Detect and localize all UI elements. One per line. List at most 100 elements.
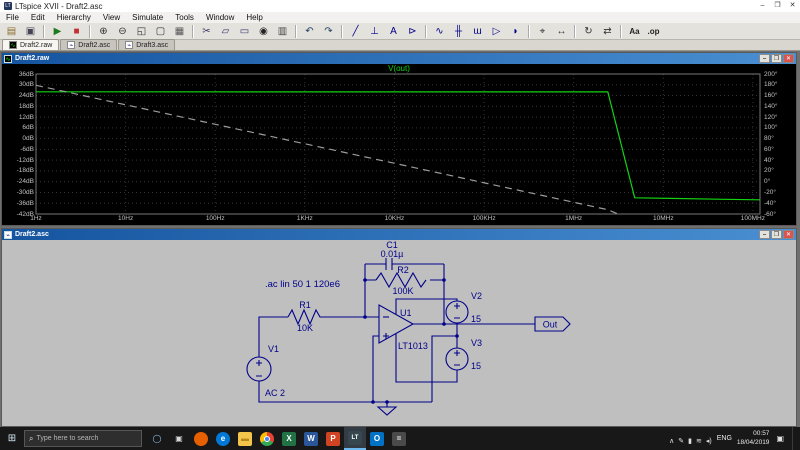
y-left-tick: -18dB — [16, 167, 34, 175]
toolbar-diode-icon[interactable]: ▷ — [487, 23, 506, 40]
menu-hierarchy[interactable]: Hierarchy — [51, 12, 97, 23]
y-right-tick: 100° — [764, 124, 778, 132]
component-u1-opamp[interactable]: U1 LT1013 — [378, 304, 428, 351]
ground-symbol[interactable] — [376, 406, 398, 416]
action-center-icon[interactable]: ▣ — [776, 434, 784, 443]
component-r2[interactable]: R2 100K — [375, 265, 427, 296]
taskbar-cortana-icon[interactable]: ◯ — [146, 427, 168, 450]
taskbar-chrome-icon[interactable] — [256, 427, 278, 450]
wave-close-button[interactable]: ✕ — [783, 54, 794, 63]
toolbar-redo-icon[interactable]: ↷ — [319, 23, 338, 40]
toolbar-undo-icon[interactable]: ↶ — [300, 23, 319, 40]
toolbar-move-icon[interactable]: ⌖ — [533, 23, 552, 40]
schematic-minimize-button[interactable]: – — [759, 230, 770, 239]
waveform-plot[interactable]: V(out) 36dB 30dB 24dB 18dB 12dB 6dB 0dB -6dB -12… — [2, 64, 796, 225]
taskbar-outlook-icon[interactable]: O — [366, 427, 388, 450]
taskbar-excel-icon[interactable]: X — [278, 427, 300, 450]
close-button[interactable]: ✕ — [785, 0, 800, 12]
taskbar-calculator-icon[interactable]: = — [388, 427, 410, 450]
tab-draft2.raw[interactable]: ∿ Draft2.raw — [2, 39, 60, 50]
y-left-tick: 6dB — [22, 124, 34, 132]
toolbar-wire-icon[interactable]: ╱ — [346, 23, 365, 40]
toolbar-mirror-icon[interactable]: ⇄ — [598, 23, 617, 40]
calculator-glyph: = — [392, 431, 406, 446]
clock[interactable]: 00:57 18/04/2019 — [737, 430, 770, 446]
ltspice-app-icon: LT — [4, 2, 12, 10]
toolbar-zoom-out-icon[interactable]: ⊖ — [113, 23, 132, 40]
toolbar-grid-icon[interactable]: ▦ — [170, 23, 189, 40]
toolbar-zoom-area-icon[interactable]: ◱ — [132, 23, 151, 40]
tab-draft3.asc[interactable]: ⌁ Draft3.asc — [118, 39, 176, 50]
spice-directive-text[interactable]: .ac lin 50 1 120e6 — [265, 279, 340, 290]
component-r1[interactable]: R1 10K — [287, 300, 322, 333]
chrome-glyph — [260, 431, 274, 446]
taskbar-ltspice-icon[interactable]: LT — [344, 427, 366, 450]
trace-label[interactable]: V(out) — [2, 64, 796, 73]
toolbar-find-icon[interactable]: ◉ — [254, 23, 273, 40]
menu-file[interactable]: File — [0, 12, 25, 23]
toolbar-resistor-icon[interactable]: ∿ — [430, 23, 449, 40]
wave-minimize-button[interactable]: – — [759, 54, 770, 63]
toolbar-capacitor-icon[interactable]: ╫ — [449, 23, 468, 40]
y-right-tick: -40° — [764, 199, 776, 207]
menu-window[interactable]: Window — [200, 12, 240, 23]
trace-vout-magnitude[interactable] — [36, 91, 760, 201]
maximize-button[interactable]: ❐ — [770, 0, 785, 12]
toolbar-drag-icon[interactable]: ↔ — [552, 23, 571, 40]
tray-volume-icon[interactable]: ◂) — [706, 438, 712, 445]
toolbar-zoom-in-icon[interactable]: ⊕ — [94, 23, 113, 40]
menu-tools[interactable]: Tools — [169, 12, 200, 23]
wave-restore-button[interactable]: ❐ — [771, 54, 782, 63]
toolbar-open-icon[interactable]: ▤ — [2, 23, 21, 40]
file-explorer-glyph: ▬ — [238, 431, 252, 446]
tab-draft2.asc[interactable]: ⌁ Draft2.asc — [60, 39, 118, 50]
y-left-tick: -12dB — [16, 156, 34, 164]
language-indicator[interactable]: ENG — [717, 435, 732, 442]
schematic-canvas[interactable]: C1 0.01µ R2 100K R1 10K U1 LT1013 V2 15 … — [2, 240, 796, 426]
taskbar-edge-icon[interactable]: e — [212, 427, 234, 450]
toolbar-component-icon[interactable]: ◗ — [506, 23, 525, 40]
tray-hidden-icons-icon[interactable]: ∧ — [669, 438, 674, 445]
menu-edit[interactable]: Edit — [25, 12, 51, 23]
v1-value: AC 2 — [265, 388, 285, 398]
tray-network-icon[interactable]: ≋ — [696, 438, 702, 445]
toolbar-print-icon[interactable]: ▥ — [273, 23, 292, 40]
menu-simulate[interactable]: Simulate — [126, 12, 169, 23]
taskbar-powerpoint-icon[interactable]: P — [322, 427, 344, 450]
schematic-window-titlebar[interactable]: ⌁ Draft2.asc – ❐ ✕ — [2, 229, 796, 240]
start-button[interactable]: ⊞ — [0, 433, 24, 444]
taskbar-file-explorer-icon[interactable]: ▬ — [234, 427, 256, 450]
taskbar-search[interactable]: ⌕ Type here to search — [24, 430, 142, 447]
component-v3[interactable]: V3 15 — [445, 338, 482, 371]
component-v1[interactable]: V1 AC 2 — [246, 344, 285, 398]
toolbar-save-icon[interactable]: ▣ — [21, 23, 40, 40]
waveform-window-titlebar[interactable]: ∿ Draft2.raw – ❐ ✕ — [2, 53, 796, 64]
taskbar-word-icon[interactable]: W — [300, 427, 322, 450]
toolbar-run-icon[interactable]: ▶ — [48, 23, 67, 40]
toolbar-text-icon[interactable]: Aa — [625, 23, 644, 40]
toolbar-halt-icon[interactable]: ■ — [67, 23, 86, 40]
out-port-flag[interactable]: Out — [534, 316, 571, 332]
minimize-button[interactable]: – — [755, 0, 770, 12]
component-v2[interactable]: V2 15 — [445, 291, 482, 324]
toolbar-zoom-full-extents-icon[interactable]: ▢ — [151, 23, 170, 40]
taskbar-firefox-icon[interactable] — [190, 427, 212, 450]
schematic-restore-button[interactable]: ❐ — [771, 230, 782, 239]
toolbar-spice-directive-icon[interactable]: .op — [644, 23, 663, 40]
toolbar-cut-icon[interactable]: ✂ — [197, 23, 216, 40]
toolbar-paste-icon[interactable]: ▭ — [235, 23, 254, 40]
schematic-close-button[interactable]: ✕ — [783, 230, 794, 239]
menu-view[interactable]: View — [97, 12, 126, 23]
tray-pen-icon[interactable]: ✎ — [678, 438, 684, 445]
menu-help[interactable]: Help — [240, 12, 268, 23]
toolbar-separator — [192, 24, 194, 38]
toolbar-label-net-icon[interactable]: A — [384, 23, 403, 40]
show-desktop-button[interactable] — [792, 427, 796, 450]
toolbar-inductor-icon[interactable]: ɯ — [468, 23, 487, 40]
toolbar-port-icon[interactable]: ⊳ — [403, 23, 422, 40]
toolbar-copy-icon[interactable]: ▱ — [216, 23, 235, 40]
toolbar-ground-icon[interactable]: ⊥ — [365, 23, 384, 40]
taskbar-task-view-icon[interactable]: ▣ — [168, 427, 190, 450]
tray-battery-icon[interactable]: ▮ — [688, 438, 692, 445]
toolbar-rotate-icon[interactable]: ↻ — [579, 23, 598, 40]
